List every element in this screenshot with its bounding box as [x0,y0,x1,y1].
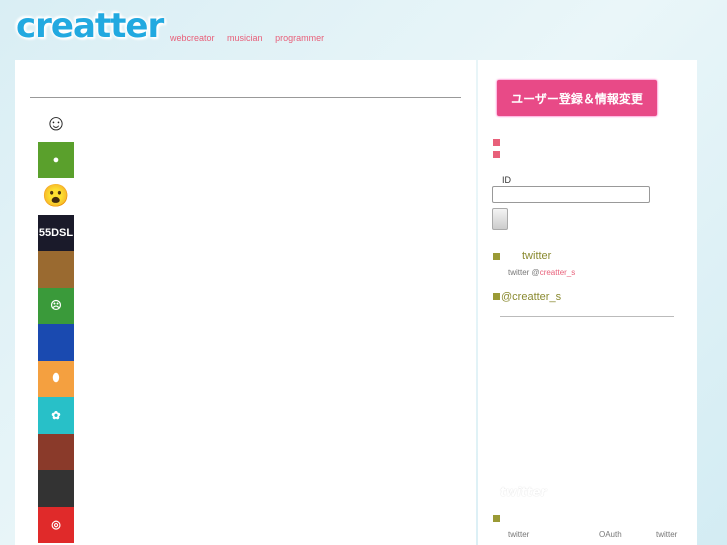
id-input[interactable] [492,186,650,203]
bullet-icon [493,515,500,522]
handle-heading: @creatter_s [501,291,562,303]
divider [30,97,461,98]
avatar-glyph: 55DSL [38,226,74,239]
avatar-glyph: ☹ [50,300,62,313]
register-button[interactable]: ユーザー登録＆情報変更 [497,80,657,116]
avatar-underwater[interactable] [38,324,74,361]
avatar-mii-face[interactable]: ☹ [38,287,74,324]
avatar-laughing-cartoon[interactable]: 😮 [38,178,74,215]
bullet-icon [493,139,500,146]
footer-word: OAuth [599,530,622,539]
twitter-prefix: twitter @ [508,268,540,277]
bullet-icon [493,253,500,260]
avatar-glyph: 😮 [42,183,70,209]
user-avatar-list: ☺ ● 😮 55DSL ☹ ⬮ ✿ ◎ [38,105,74,543]
avatar-teddy-bear[interactable] [38,251,74,288]
avatar-glyph: ● [52,153,60,166]
twitter-handle-link[interactable]: creatter_s [540,268,576,277]
avatar-rabbit[interactable]: ✿ [38,397,74,434]
tag-webcreator[interactable]: webcreator [170,33,215,43]
divider [500,316,674,317]
avatar-egg[interactable]: ⬮ [38,360,74,397]
creatter-logo[interactable]: creatter [16,6,164,46]
avatar-stripes[interactable] [38,433,74,470]
avatar-target-face[interactable]: ◎ [38,506,74,543]
avatar-glyph: ◎ [51,519,61,532]
avatar-glyph: ☺ [44,110,68,136]
bullet-icon [493,293,500,300]
twitter-heading: twitter [522,250,552,262]
avatar-glyph: ✿ [51,409,61,422]
twitter-widget-logo: twitter [500,485,547,499]
avatar-girl-photo[interactable] [38,470,74,507]
id-label: ID [502,175,511,185]
avatar-bomberman[interactable]: ● [38,141,74,178]
tag-programmer[interactable]: programmer [275,33,324,43]
header-tags: webcreator musician programmer [170,33,334,43]
footer-word: twitter [508,530,530,539]
avatar-55dsl[interactable]: 55DSL [38,214,74,251]
twitter-line: twitter @creatter_s [508,268,575,277]
tag-musician[interactable]: musician [227,33,263,43]
submit-button[interactable] [492,208,508,230]
bullet-icon [493,151,500,158]
avatar-sketch-face[interactable]: ☺ [38,105,74,142]
avatar-glyph: ⬮ [52,372,60,385]
footer-word: twitter [656,530,678,539]
main-content [15,60,476,545]
